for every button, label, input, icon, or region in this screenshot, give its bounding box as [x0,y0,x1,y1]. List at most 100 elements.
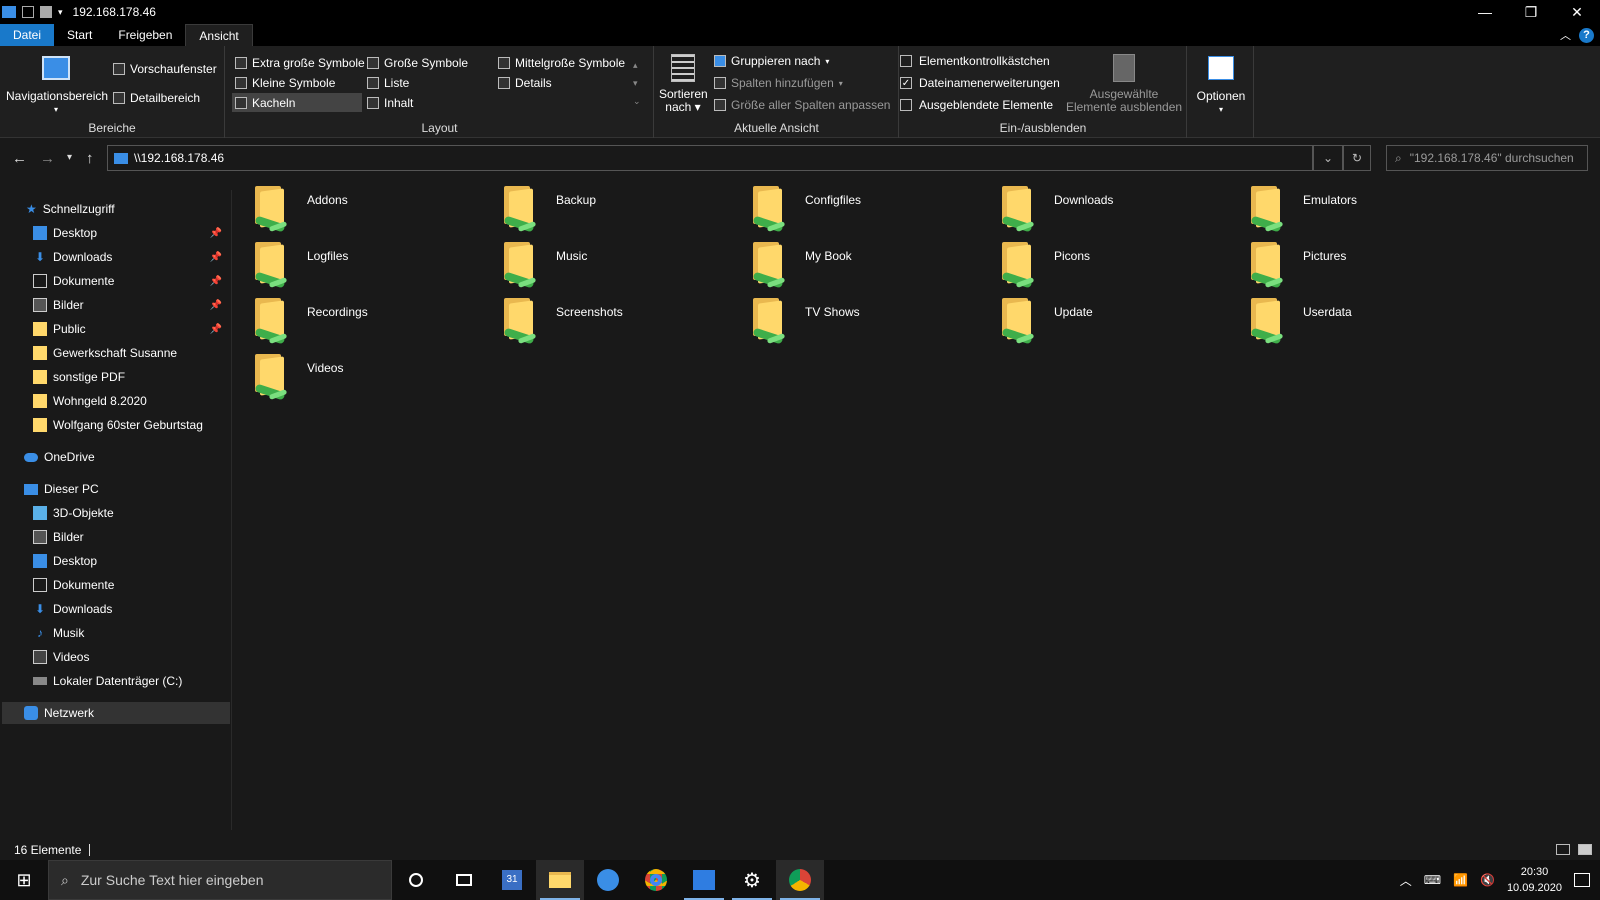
speaker-muted-icon[interactable]: 🔇 [1480,873,1495,887]
search-input[interactable]: ⌕ "192.168.178.46" durchsuchen [1386,145,1588,171]
tab-freigeben[interactable]: Freigeben [105,24,185,46]
sidebar-item-downloads-pc[interactable]: ⬇ Downloads [33,598,230,620]
sidebar-item-dieser-pc[interactable]: Dieser PC [24,478,254,500]
maximize-button[interactable]: ❐ [1508,0,1554,24]
ausgeblendete-elemente-checkbox[interactable]: Ausgeblendete Elemente [900,98,1053,112]
gruppieren-button[interactable]: Gruppieren nach ▾ [714,54,829,68]
spalten-hinzufuegen-button[interactable]: Spalten hinzufügen ▾ [714,76,843,90]
windows-start-icon[interactable]: ⊞ [0,860,48,900]
spalten-anpassen-button[interactable]: Größe aller Spalten anpassen [714,98,890,112]
minimize-button[interactable]: — [1462,0,1508,24]
sidebar-item-gewerkschaft[interactable]: Gewerkschaft Susanne [33,342,230,364]
layout-extra-large-icons[interactable]: Extra große Symbole [235,56,365,70]
cortana-icon[interactable] [392,860,440,900]
new-folder-icon[interactable] [40,6,52,18]
layout-scroll[interactable]: ▴ ▾ ⌄ [633,56,641,110]
calendar-app-icon[interactable]: 31 [488,860,536,900]
sidebar-item-videos[interactable]: Videos [33,646,230,668]
sidebar-item-bilder-pc[interactable]: Bilder [33,526,230,548]
folder-tile[interactable]: Emulators [1229,180,1469,236]
refresh-icon[interactable]: ↻ [1343,145,1371,171]
layout-medium-icons[interactable]: Mittelgroße Symbole [498,56,625,70]
vorschaufenster-button[interactable]: Vorschaufenster [113,62,217,76]
up-arrow-icon[interactable]: ↑ [86,150,94,167]
folder-tile[interactable]: Videos [233,348,473,404]
sortieren-button[interactable]: Sortieren nach ▾ [659,54,708,114]
wifi-icon[interactable]: 📶 [1453,873,1468,887]
optionen-button[interactable]: Optionen ▾ [1192,56,1250,116]
tab-start[interactable]: Start [54,24,105,46]
layout-small-icons[interactable]: Kleine Symbole [235,76,335,90]
folder-tile[interactable]: Backup [482,180,722,236]
thunderbird-icon[interactable] [584,860,632,900]
sidebar-item-public[interactable]: Public 📌 [33,318,230,340]
back-arrow-icon[interactable]: ← [12,150,27,167]
layout-content[interactable]: Inhalt [367,96,413,110]
detailbereich-button[interactable]: Detailbereich [113,91,200,105]
layout-tiles[interactable]: Kacheln [232,93,362,112]
keyboard-icon[interactable]: ⌨ [1424,873,1441,887]
collapse-ribbon-icon[interactable]: ︿ [1560,27,1571,43]
dateinamenerweiterungen-checkbox[interactable]: ✓ Dateinamenerweiterungen [900,76,1060,90]
file-explorer-icon[interactable] [536,860,584,900]
sidebar-item-bilder[interactable]: Bilder 📌 [33,294,230,316]
folder-tile[interactable]: Update [980,292,1220,348]
folder-tile[interactable]: Downloads [980,180,1220,236]
layout-large-icons[interactable]: Große Symbole [367,56,468,70]
computer-icon[interactable] [2,6,16,18]
folder-tile[interactable]: Screenshots [482,292,722,348]
sidebar-item-desktop[interactable]: Desktop 📌 [33,222,230,244]
sidebar-item-lokaler-datentraeger[interactable]: Lokaler Datenträger (C:) [33,670,230,692]
sidebar-item-musik[interactable]: ♪ Musik [33,622,230,644]
tab-datei[interactable]: Datei [0,24,55,46]
sidebar-item-downloads[interactable]: ⬇ Downloads 📌 [33,246,230,268]
pin-icon[interactable]: 📌 [210,324,222,335]
ausgewaehlte-ausblenden-button[interactable]: Ausgewählte Elemente ausblenden [1064,54,1184,114]
navigationsbereich-button[interactable]: Navigationsbereich ▾ [6,56,108,116]
recent-locations-icon[interactable]: ▾ [67,152,72,163]
sidebar-item-dokumente-pc[interactable]: Dokumente [33,574,230,596]
sidebar-item-wolfgang[interactable]: Wolfgang 60ster Geburtstag [33,414,230,436]
pin-icon[interactable]: 📌 [210,228,222,239]
tab-ansicht[interactable]: Ansicht [185,24,253,46]
settings-gear-icon[interactable]: ⚙ [728,860,776,900]
calendar-icon[interactable] [680,860,728,900]
pin-icon[interactable]: 📌 [210,300,222,311]
forward-arrow-icon[interactable]: → [40,150,55,167]
properties-icon[interactable] [22,6,34,18]
folder-tile[interactable]: Userdata [1229,292,1469,348]
folder-tile[interactable]: Logfiles [233,236,473,292]
folder-tile[interactable]: Configfiles [731,180,971,236]
pin-icon[interactable]: 📌 [210,252,222,263]
sidebar-item-netzwerk[interactable]: Netzwerk [2,702,230,724]
customize-toolbar-icon[interactable]: ▾ [58,7,63,18]
address-field[interactable]: \\192.168.178.46 [107,145,1313,171]
large-icons-view-icon[interactable] [1578,844,1592,855]
folder-tile[interactable]: Pictures [1229,236,1469,292]
notification-icon[interactable] [1574,873,1590,887]
chrome-window-icon[interactable] [776,860,824,900]
folder-tile[interactable]: Addons [233,180,473,236]
elementkontrollkaestchen-checkbox[interactable]: Elementkontrollkästchen [900,54,1050,68]
chrome-icon[interactable] [632,860,680,900]
folder-tile[interactable]: My Book [731,236,971,292]
details-view-icon[interactable] [1556,844,1570,855]
sidebar-item-onedrive[interactable]: OneDrive [24,446,254,468]
chevron-up-icon[interactable]: ︿ [1400,872,1412,889]
taskbar-search-input[interactable]: ⌕ Zur Suche Text hier eingeben [48,860,392,900]
folder-tile[interactable]: Picons [980,236,1220,292]
sidebar-item-desktop-pc[interactable]: Desktop [33,550,230,572]
sidebar-item-sonstige-pdf[interactable]: sonstige PDF [33,366,230,388]
sidebar-item-wohngeld[interactable]: Wohngeld 8.2020 [33,390,230,412]
layout-list[interactable]: Liste [367,76,409,90]
task-view-icon[interactable] [440,860,488,900]
sidebar-item-schnellzugriff[interactable]: ★ Schnellzugriff [26,198,256,220]
close-button[interactable]: ✕ [1554,0,1600,24]
pin-icon[interactable]: 📌 [210,276,222,287]
folder-tile[interactable]: Recordings [233,292,473,348]
help-icon[interactable]: ? [1579,27,1594,43]
sidebar-item-3d-objekte[interactable]: 3D-Objekte [33,502,230,524]
clock[interactable]: 20:30 10.09.2020 [1507,864,1562,896]
folder-tile[interactable]: Music [482,236,722,292]
folder-tile[interactable]: TV Shows [731,292,971,348]
